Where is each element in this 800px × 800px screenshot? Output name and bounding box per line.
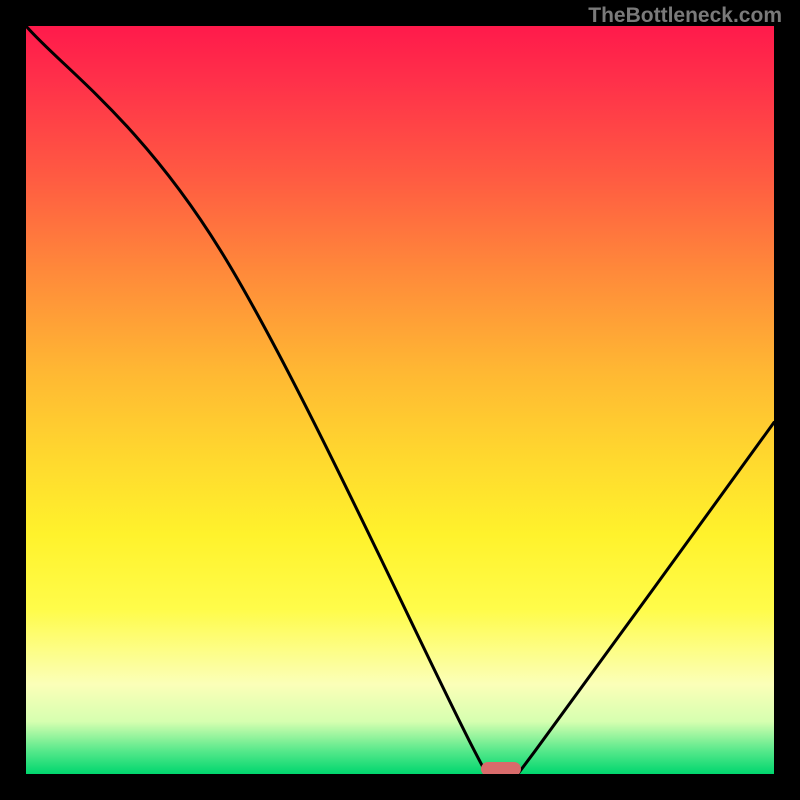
optimal-marker — [481, 762, 521, 774]
curve-path — [26, 26, 774, 774]
bottleneck-curve — [26, 26, 774, 774]
chart-frame: TheBottleneck.com — [0, 0, 800, 800]
plot-area — [26, 26, 774, 774]
watermark-text: TheBottleneck.com — [588, 4, 782, 28]
